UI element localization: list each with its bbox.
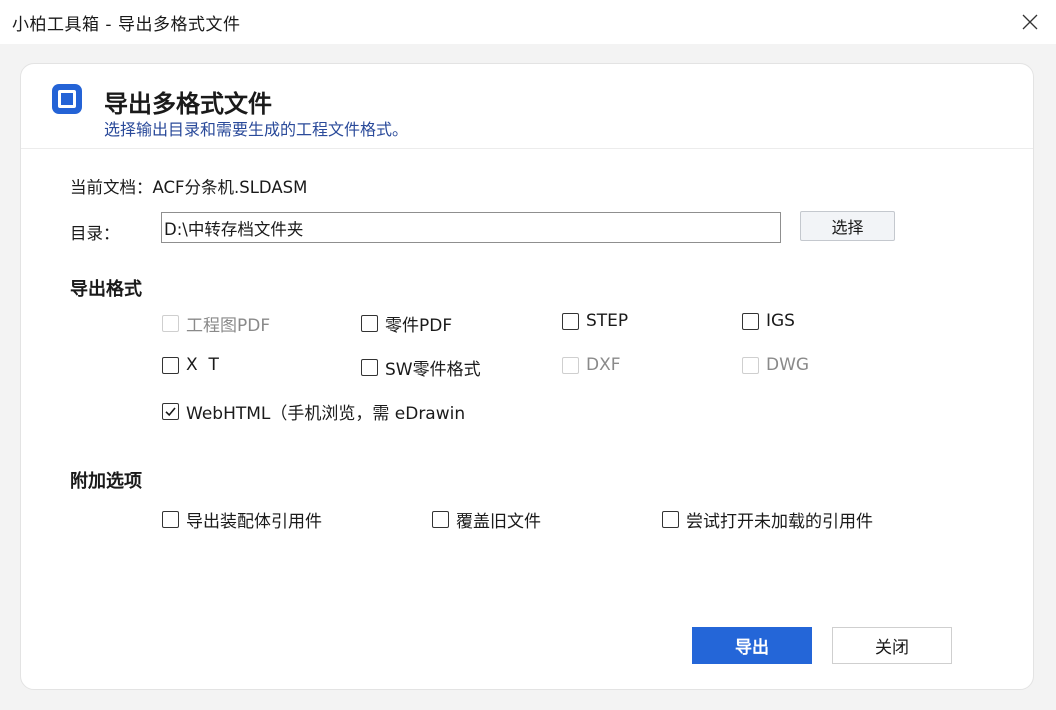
- window-close-button[interactable]: [1014, 6, 1046, 38]
- format-label: 零件PDF: [385, 316, 453, 336]
- panel-subtitle: 选择输出目录和需要生成的工程文件格式。: [104, 120, 409, 139]
- export-panel: 导出多格式文件 选择输出目录和需要生成的工程文件格式。 当前文档：ACF分条机.…: [20, 63, 1034, 690]
- choose-directory-button[interactable]: 选择: [800, 211, 895, 241]
- checkbox-box: [162, 356, 179, 374]
- format-label: DWG: [766, 355, 810, 375]
- format-checkbox-drawing-pdf[interactable]: 工程图PDF: [162, 311, 270, 336]
- format-checkbox-dxf[interactable]: DXF: [562, 355, 621, 375]
- current-document-row: 当前文档：ACF分条机.SLDASM: [70, 174, 307, 198]
- format-label: SW零件格式: [385, 360, 481, 380]
- format-checkbox-webhtml[interactable]: WebHTML（手机浏览，需 eDrawin: [162, 399, 465, 424]
- format-checkbox-step[interactable]: STEP: [562, 311, 628, 331]
- close-icon: [1022, 14, 1038, 30]
- format-label: DXF: [586, 355, 621, 375]
- checkbox-box: [742, 312, 759, 330]
- format-label: X T: [186, 355, 219, 375]
- panel-title: 导出多格式文件: [104, 90, 272, 118]
- option-checkbox-open-unloaded[interactable]: 尝试打开未加载的引用件: [662, 507, 873, 532]
- format-checkbox-sw-part[interactable]: SW零件格式: [361, 355, 481, 380]
- checkbox-box: [432, 511, 449, 528]
- window-title: 小柏工具箱 - 导出多格式文件: [12, 15, 241, 35]
- checkbox-box: [742, 356, 759, 374]
- checkbox-box: [562, 312, 579, 330]
- square-stop-icon: [52, 84, 82, 114]
- option-label: 覆盖旧文件: [456, 512, 541, 532]
- option-label: 尝试打开未加载的引用件: [686, 512, 873, 532]
- format-checkbox-xt[interactable]: X T: [162, 355, 219, 375]
- additional-options-title: 附加选项: [70, 471, 142, 492]
- format-label: IGS: [766, 311, 795, 331]
- format-checkbox-igs[interactable]: IGS: [742, 311, 795, 331]
- checkbox-box: [162, 403, 179, 420]
- directory-input[interactable]: [161, 212, 781, 243]
- export-format-title: 导出格式: [70, 279, 142, 300]
- checkbox-box: [162, 315, 179, 332]
- format-checkbox-part-pdf[interactable]: 零件PDF: [361, 311, 452, 336]
- checkbox-box: [361, 359, 378, 376]
- checkmark-icon: [165, 407, 176, 417]
- current-document-label: 当前文档：: [70, 178, 153, 197]
- checkbox-box: [562, 356, 579, 374]
- export-button[interactable]: 导出: [692, 627, 812, 664]
- directory-label: 目录：: [70, 224, 120, 243]
- format-label: WebHTML（手机浏览，需 eDrawin: [186, 404, 466, 424]
- format-label: 工程图PDF: [186, 316, 271, 336]
- option-checkbox-overwrite[interactable]: 覆盖旧文件: [432, 507, 541, 532]
- checkbox-box: [361, 315, 378, 332]
- header-divider: [21, 148, 1033, 149]
- option-label: 导出装配体引用件: [186, 512, 322, 532]
- checkbox-box: [662, 511, 679, 528]
- checkbox-box: [162, 511, 179, 528]
- format-label: STEP: [586, 311, 629, 331]
- current-document-value: ACF分条机.SLDASM: [152, 178, 308, 197]
- format-checkbox-dwg[interactable]: DWG: [742, 355, 809, 375]
- title-bar: 小柏工具箱 - 导出多格式文件: [0, 0, 1056, 44]
- option-checkbox-export-references[interactable]: 导出装配体引用件: [162, 507, 322, 532]
- close-button[interactable]: 关闭: [832, 627, 952, 664]
